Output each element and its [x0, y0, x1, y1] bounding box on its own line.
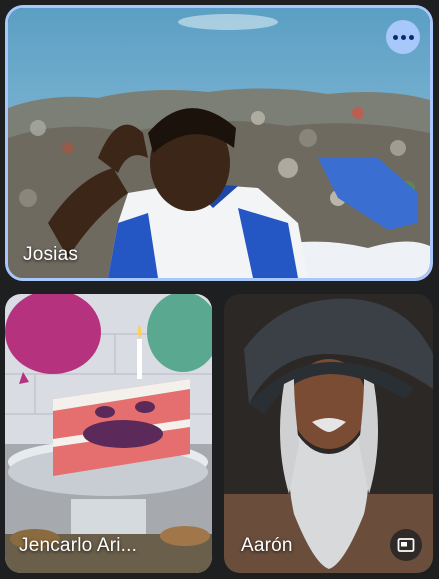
participant-tile-jencarlo[interactable]: Jencarlo Ari... — [5, 294, 212, 573]
video-feed-jencarlo — [5, 294, 212, 573]
more-options-button[interactable] — [386, 20, 420, 54]
participant-name: Aarón — [241, 535, 293, 556]
participant-name: Jencarlo Ari... — [19, 535, 138, 556]
participant-grid: Josias Jencarlo Ari... Aarón — [0, 0, 439, 579]
video-feed-josias — [8, 8, 430, 278]
picture-in-picture-button[interactable] — [390, 529, 422, 561]
participant-tile-josias[interactable]: Josias — [5, 5, 433, 281]
participant-name: Josias — [23, 244, 79, 265]
more-horiz-icon — [392, 34, 414, 40]
participant-tile-aaron[interactable]: Aarón — [224, 294, 433, 573]
picture-in-picture-icon — [397, 538, 415, 552]
